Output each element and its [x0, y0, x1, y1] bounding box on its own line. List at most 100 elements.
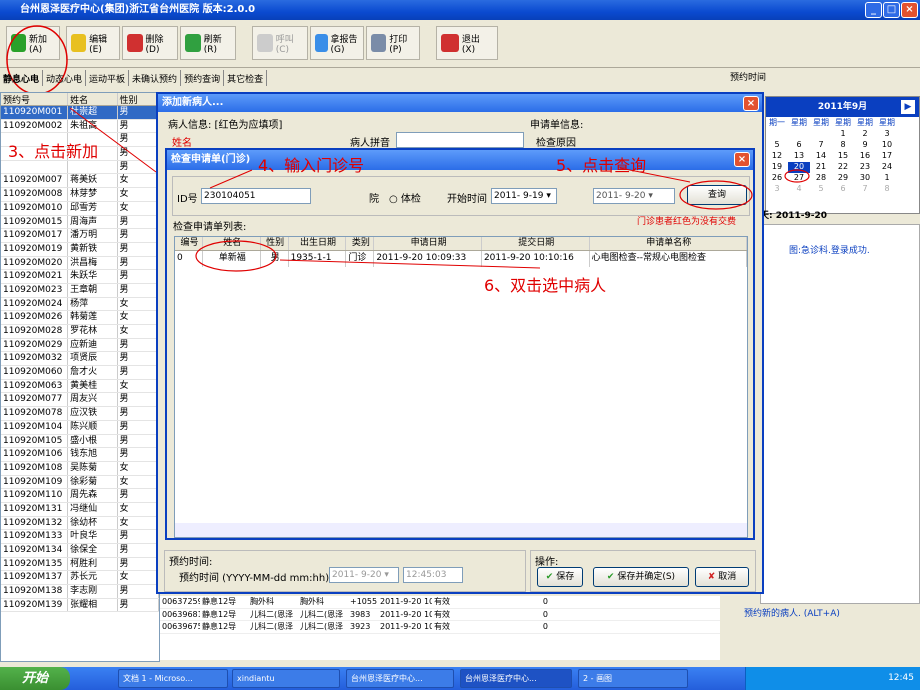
calendar-day[interactable]: 1	[832, 129, 854, 140]
column-header[interactable]: 申请单名称	[590, 237, 747, 250]
calendar-day[interactable]: 30	[854, 173, 876, 184]
table-row[interactable]: 110920M020 洪昌梅男	[1, 256, 159, 271]
table-row[interactable]: 110920M133 叶良华男	[1, 530, 159, 544]
calendar-day[interactable]: 20	[788, 162, 810, 173]
start-date-picker[interactable]: 2011- 9-19 ▾	[491, 188, 557, 204]
table-row[interactable]: 110920M008 林芽梦女	[1, 188, 159, 202]
calendar-day[interactable]: 7	[854, 184, 876, 195]
table-row[interactable]: 00639675 静息12导 儿科二(恩泽 儿科二(恩泽 3923 2011-9-20 1…	[160, 621, 720, 634]
calendar-day[interactable]: 15	[832, 151, 854, 162]
table-row[interactable]: 110920M135 柯胜利男	[1, 557, 159, 572]
end-date-picker[interactable]: 2011- 9-20 ▾	[593, 188, 675, 204]
tab-appointment-query[interactable]: 预约查询	[181, 70, 225, 86]
table-row[interactable]: 110920M029 应新迪男	[1, 338, 159, 353]
calendar-day[interactable]: 23	[854, 162, 876, 173]
start-button[interactable]: 开始	[0, 667, 70, 690]
taskbar-item[interactable]: 文档 1 - Microso...	[118, 669, 228, 688]
calendar-day[interactable]: 10	[876, 140, 898, 151]
taskbar-item[interactable]: 2 - 画图	[578, 669, 688, 688]
table-row[interactable]: 110920M077 周友兴男	[1, 393, 159, 408]
get-report-button[interactable]: 拿报告(G)	[310, 26, 364, 60]
calendar-day[interactable]: 26	[766, 173, 788, 184]
column-header[interactable]: 性别	[261, 237, 289, 250]
table-row[interactable]: 110920M010 邱雪芳女	[1, 201, 159, 216]
patient-grid[interactable]: 预约号 姓名 性别 110920M001 杜崇超男 110920M002 朱祖高男男男…	[0, 92, 160, 662]
tab-unconfirmed[interactable]: 未确认预约	[129, 70, 182, 86]
appointment-time-spinner[interactable]: 12:45:03	[403, 567, 463, 583]
query-button[interactable]: 查询	[687, 185, 747, 205]
table-row[interactable]: 110920M137 苏长元女	[1, 571, 159, 586]
calendar-day[interactable]	[788, 129, 810, 140]
print-button[interactable]: 打印(P)	[366, 26, 420, 60]
calendar-day[interactable]: 24	[876, 162, 898, 173]
table-row[interactable]: 110920M110 周先森男	[1, 489, 159, 503]
inpatient-radio-label[interactable]: 院	[369, 190, 379, 205]
table-row[interactable]: 110920M138 李志刚男	[1, 585, 159, 599]
taskbar-item[interactable]: xindiantu	[232, 669, 340, 688]
call-button[interactable]: 呼叫(C)	[252, 26, 308, 60]
today-label[interactable]: 天: 2011-9-20	[760, 208, 827, 221]
table-row[interactable]: 110920M028 罗花林女	[1, 325, 159, 339]
calendar-day[interactable]	[810, 129, 832, 140]
appointment-list[interactable]: 00637259静息12导胸外科胸外科+10552011-9-20 10:0有效…	[160, 596, 720, 660]
table-row[interactable]: 男	[1, 160, 159, 175]
tab-static-ecg[interactable]: 静息心电	[0, 70, 44, 86]
checkup-radio[interactable]: ○ 体检	[389, 190, 421, 205]
table-row[interactable]: 110920M060 詹才火男	[1, 366, 159, 380]
calendar-day[interactable]	[766, 129, 788, 140]
cancel-button[interactable]: ✘ 取消	[695, 567, 749, 587]
calendar-day[interactable]: 28	[810, 173, 832, 184]
calendar-day[interactable]: 8	[832, 140, 854, 151]
calendar-day[interactable]: 3	[876, 129, 898, 140]
calendar-day[interactable]: 19	[766, 162, 788, 173]
tab-treadmill[interactable]: 运动平板	[86, 70, 130, 86]
calendar-day[interactable]: 6	[788, 140, 810, 151]
outpatient-id-input[interactable]: 230104051	[201, 188, 311, 204]
calendar-day[interactable]: 8	[876, 184, 898, 195]
column-header[interactable]: 预约号	[1, 93, 69, 105]
calendar[interactable]: 2011年9月▶ 期一星期二星期三星期四星期五星期六 1235678910121…	[765, 96, 920, 214]
table-row[interactable]: 110920M017 潘万明男	[1, 229, 159, 243]
tab-other[interactable]: 其它检查	[224, 70, 268, 86]
table-row[interactable]: 110920M134 徐保全男	[1, 544, 159, 558]
table-row[interactable]: 0 单新福男 1935-1-1 门诊 2011-9-20 10:09:33 2011-9-…	[175, 251, 747, 267]
appointment-date-picker[interactable]: 2011- 9-20 ▾	[329, 567, 399, 583]
taskbar-item[interactable]: 台州恩泽医疗中心...	[460, 669, 572, 688]
calendar-day[interactable]: 5	[810, 184, 832, 195]
column-header[interactable]: 姓名	[68, 93, 118, 105]
delete-button[interactable]: 删除(D)	[122, 26, 178, 60]
calendar-day[interactable]: 6	[832, 184, 854, 195]
table-row[interactable]: 110920M024 杨萍女	[1, 297, 159, 312]
calendar-day[interactable]: 4	[788, 184, 810, 195]
save-button[interactable]: ✔ 保存	[537, 567, 583, 587]
table-row[interactable]: 110920M078 应汉铁男	[1, 407, 159, 421]
calendar-day[interactable]: 27	[788, 173, 810, 184]
calendar-day[interactable]: 14	[810, 151, 832, 162]
taskbar-item[interactable]: 台州恩泽医疗中心...	[346, 669, 454, 688]
table-row[interactable]: 110920M106 钱东旭男	[1, 448, 159, 462]
close-icon[interactable]: ×	[743, 96, 759, 111]
calendar-day[interactable]: 29	[832, 173, 854, 184]
request-list[interactable]: 编号 姓名 性别 出生日期 类别 申请日期 提交日期 申请单名称 0 单新福男 1935-1-1 门…	[174, 236, 748, 538]
table-row[interactable]: 110920M002 朱祖高男	[1, 119, 159, 134]
minimize-icon[interactable]: _	[865, 2, 882, 18]
column-header[interactable]: 编号	[175, 237, 203, 250]
table-row[interactable]: 110920M139 张耀相男	[1, 598, 159, 613]
table-row[interactable]: 110920M132 徐幼杯女	[1, 516, 159, 531]
calendar-day[interactable]: 16	[854, 151, 876, 162]
close-icon[interactable]: ×	[734, 152, 750, 167]
table-row[interactable]: 110920M007 蒋美妖女	[1, 174, 159, 189]
table-row[interactable]: 110920M032 项贤辰男	[1, 352, 159, 367]
table-row[interactable]: 00639681 静息12导 儿科二(恩泽 儿科二(恩泽 3983 2011-9-20 1…	[160, 609, 720, 621]
table-row[interactable]: 110920M108 吴陈菊女	[1, 461, 159, 476]
horizontal-scrollbar[interactable]	[175, 523, 747, 537]
calendar-day[interactable]: 5	[766, 140, 788, 151]
calendar-day[interactable]: 12	[766, 151, 788, 162]
next-month-icon[interactable]: ▶	[901, 100, 915, 114]
table-row[interactable]: 110920M063 黄美桂女	[1, 379, 159, 394]
edit-button[interactable]: 编辑(E)	[66, 26, 120, 60]
column-header[interactable]: 性别	[118, 93, 159, 105]
calendar-day[interactable]: 17	[876, 151, 898, 162]
table-row[interactable]: 110920M021 朱跃华男	[1, 270, 159, 284]
table-row[interactable]: 110920M026 韩菊莲女	[1, 311, 159, 325]
